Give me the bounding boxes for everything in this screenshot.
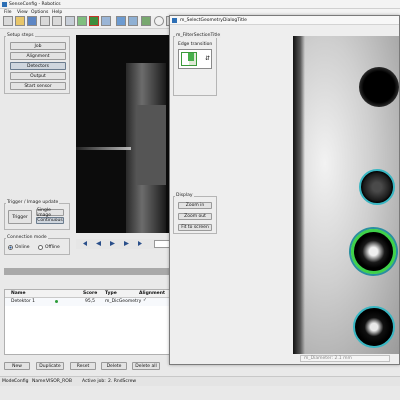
zoom-in-button[interactable]: Zoom in xyxy=(178,202,212,209)
new-icon[interactable] xyxy=(3,16,13,26)
dialog-title-bar: m_SelectGeometryDialogTitle xyxy=(170,16,399,25)
frame-field[interactable] xyxy=(154,240,170,248)
camera-icon[interactable] xyxy=(65,16,75,26)
single-image-button[interactable]: Single image xyxy=(36,208,64,218)
new-button[interactable]: New xyxy=(4,362,30,370)
title-bar: SenseConfig - Robotics xyxy=(0,0,400,9)
job-button[interactable]: Job xyxy=(10,42,66,50)
name-value: VISOR_ROB xyxy=(46,379,72,384)
live-view-icon[interactable] xyxy=(101,16,111,26)
trigger-title: Trigger / Image update xyxy=(6,200,60,205)
col-alignment[interactable]: Alignment xyxy=(139,291,165,296)
edge-transition-select[interactable]: ⇵ xyxy=(178,49,212,69)
row-score: 95,5 xyxy=(85,299,96,304)
dialog-image-view[interactable] xyxy=(293,36,399,354)
duplicate-button[interactable]: Duplicate xyxy=(36,362,64,370)
menu-options[interactable]: Options xyxy=(31,10,48,15)
name-label: Name: xyxy=(32,379,47,384)
window-title: SenseConfig - Robotics xyxy=(9,2,61,7)
status-strip xyxy=(4,268,174,275)
download-icon[interactable] xyxy=(52,16,62,26)
next-frame-icon[interactable] xyxy=(124,241,129,246)
offline-label: Offline xyxy=(45,245,60,250)
output-button[interactable]: Output xyxy=(10,72,66,80)
detector-table: Name Score Type Alignment Detektor 1 95,… xyxy=(4,289,172,355)
offline-radio[interactable] xyxy=(38,245,43,250)
connection-title: Connection mode xyxy=(6,235,48,240)
reset-button[interactable]: Reset xyxy=(70,362,96,370)
row-alignment: ✓ xyxy=(143,298,147,303)
chevron-updown-icon: ⇵ xyxy=(205,55,211,62)
row-type: m_DicGeometry xyxy=(105,299,142,304)
select-geometry-dialog: m_SelectGeometryDialogTitle m_FilterSect… xyxy=(169,15,400,365)
col-type[interactable]: Type xyxy=(105,291,117,296)
play-icon[interactable] xyxy=(110,241,115,246)
table-row[interactable]: Detektor 1 95,5 m_DicGeometry ✓ xyxy=(5,298,171,306)
status-green-dot xyxy=(55,300,58,303)
online-radio[interactable] xyxy=(8,245,13,250)
edge-transition-green-mark xyxy=(188,53,194,61)
alignment-button[interactable]: Alignment xyxy=(10,52,66,60)
fit-to-screen-button[interactable]: Fit to screen xyxy=(178,224,212,231)
dialog-title: m_SelectGeometryDialogTitle xyxy=(180,18,247,23)
setup-steps-title: Setup steps xyxy=(6,33,35,38)
detectors-button[interactable]: Detectors xyxy=(10,62,66,70)
connection-group xyxy=(4,238,70,255)
delete-button[interactable]: Delete xyxy=(101,362,127,370)
first-frame-icon[interactable] xyxy=(83,241,87,246)
last-frame-icon[interactable] xyxy=(138,241,142,246)
grid-icon[interactable] xyxy=(116,16,126,26)
continuous-button[interactable]: Continuous xyxy=(36,217,64,224)
display-title: Display xyxy=(175,193,194,198)
hole-3-detected xyxy=(351,229,396,274)
status-bar: Mode: Config Name: VISOR_ROB Active job:… xyxy=(0,376,400,386)
prev-frame-icon[interactable] xyxy=(96,241,101,246)
hole-4 xyxy=(353,306,395,348)
menu-help[interactable]: Help xyxy=(52,10,62,15)
save-icon[interactable] xyxy=(27,16,37,26)
camera-edge-line xyxy=(76,147,131,150)
player-controls xyxy=(76,239,174,249)
zoom-out-button[interactable]: Zoom out xyxy=(178,213,212,220)
col-score[interactable]: Score xyxy=(83,291,97,296)
search-icon[interactable] xyxy=(154,16,164,26)
delete-all-button[interactable]: Delete all xyxy=(132,362,160,370)
filter-section-title: m_FilterSectionTitle xyxy=(175,33,222,38)
mode-value: Config xyxy=(14,379,29,384)
col-name[interactable]: Name xyxy=(11,291,26,296)
active-job-label: Active job: xyxy=(82,379,106,384)
diameter-readout: m_Diameter: 2.1 mm xyxy=(304,356,352,361)
color-icon[interactable] xyxy=(141,16,151,26)
hole-1 xyxy=(359,67,399,107)
upload-icon[interactable] xyxy=(40,16,50,26)
camera-image[interactable] xyxy=(76,35,174,233)
edge-transition-label: Edge transition xyxy=(178,42,213,47)
online-label: Online xyxy=(15,245,30,250)
table-header: Name Score Type Alignment xyxy=(5,290,171,298)
chart-icon[interactable] xyxy=(128,16,138,26)
open-icon[interactable] xyxy=(15,16,25,26)
row-name: Detektor 1 xyxy=(11,299,36,304)
start-sensor-button[interactable]: Start sensor xyxy=(10,82,66,90)
image-dark-left-edge xyxy=(293,36,305,354)
diameter-readout-field: m_Diameter: 2.1 mm xyxy=(300,355,390,362)
bookmark-icon[interactable] xyxy=(77,16,87,26)
hole-2 xyxy=(359,169,395,205)
menu-file[interactable]: File xyxy=(4,10,12,15)
dialog-icon xyxy=(172,18,177,23)
menu-view[interactable]: View xyxy=(17,10,28,15)
camera-block xyxy=(136,105,166,185)
trigger-button[interactable]: Trigger xyxy=(8,210,32,224)
app-icon xyxy=(2,2,7,7)
active-job-value: 2. RndScrew xyxy=(108,379,137,384)
image-view-icon[interactable] xyxy=(89,16,99,26)
